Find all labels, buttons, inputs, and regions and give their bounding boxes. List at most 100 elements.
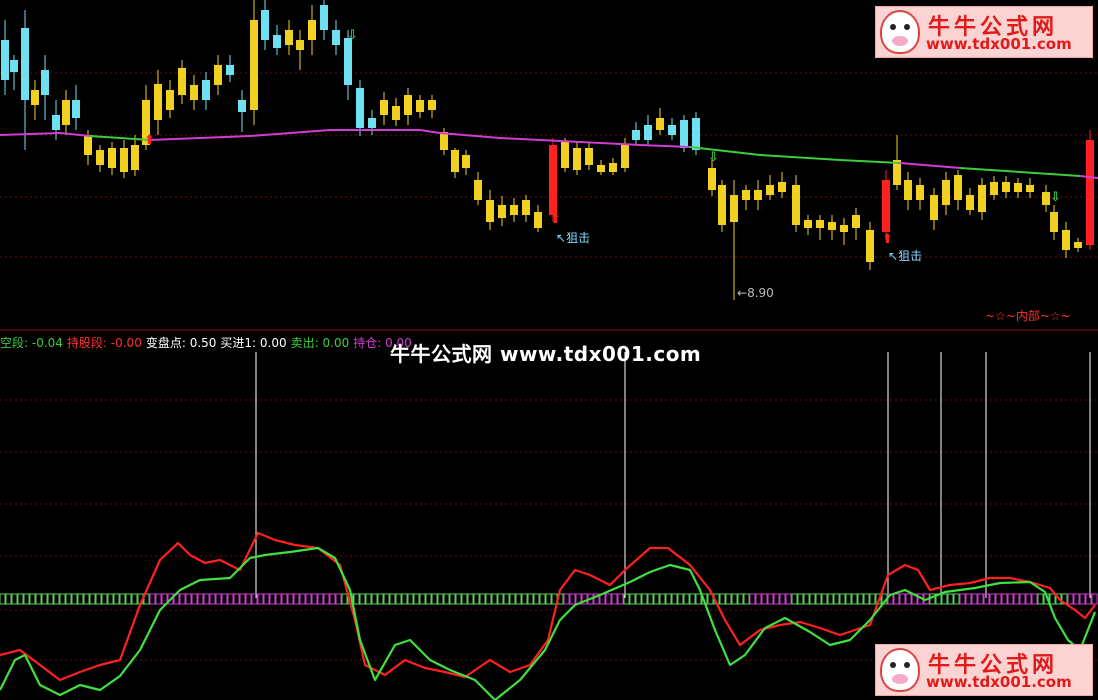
candle-body bbox=[954, 175, 962, 200]
zero-band-cell bbox=[797, 593, 804, 605]
candle-body bbox=[534, 212, 542, 228]
candle-body bbox=[440, 132, 448, 150]
candle-body bbox=[1014, 183, 1022, 192]
zero-band-cell bbox=[521, 593, 528, 605]
zero-band-cell bbox=[629, 593, 636, 605]
candle-body bbox=[828, 222, 836, 230]
buy-arrow-icon: ⬆ bbox=[144, 133, 155, 148]
zero-band-cell bbox=[527, 593, 534, 605]
low-price-label: ←8.90 bbox=[737, 286, 774, 300]
candle-body bbox=[632, 130, 640, 140]
zero-band-cell bbox=[965, 593, 972, 605]
candle-body bbox=[840, 225, 848, 232]
candle-body bbox=[1050, 212, 1058, 232]
zero-band-cell bbox=[1001, 593, 1008, 605]
candle-body bbox=[573, 148, 581, 170]
candle-body bbox=[668, 125, 676, 135]
watermark-badge-top: 牛牛公式网 www.tdx001.com bbox=[875, 6, 1093, 58]
zero-band-cell bbox=[365, 593, 372, 605]
zero-band-cell bbox=[977, 593, 984, 605]
moving-average-line bbox=[89, 135, 151, 141]
candle-body bbox=[62, 100, 70, 125]
candle-body bbox=[978, 185, 986, 212]
zero-band-cell bbox=[335, 593, 342, 605]
zero-band-cell bbox=[569, 593, 576, 605]
sell-arrow-icon: ⇩ bbox=[708, 150, 719, 165]
candle-body bbox=[356, 88, 364, 128]
zero-band-cell bbox=[815, 593, 822, 605]
candle-body bbox=[866, 230, 874, 262]
zero-band-cell bbox=[179, 593, 186, 605]
candle-body bbox=[621, 145, 629, 168]
candle-body bbox=[597, 165, 605, 172]
zero-band-cell bbox=[1025, 593, 1032, 605]
zero-band-cell bbox=[407, 593, 414, 605]
legend-item: 空段: -0.04 bbox=[0, 336, 63, 350]
zero-band-cell bbox=[653, 593, 660, 605]
candle-body bbox=[730, 195, 738, 222]
zero-band-cell bbox=[125, 593, 132, 605]
candle-body bbox=[52, 115, 60, 130]
zero-band-cell bbox=[341, 593, 348, 605]
cow-logo-icon bbox=[880, 648, 920, 692]
moving-average-line bbox=[899, 162, 961, 169]
candle-body bbox=[320, 5, 328, 30]
zero-band-cell bbox=[41, 593, 48, 605]
cow-logo-icon bbox=[880, 10, 920, 54]
candle-body bbox=[754, 190, 762, 200]
zero-band-cell bbox=[353, 593, 360, 605]
zero-band-cell bbox=[647, 593, 654, 605]
zero-band-cell bbox=[239, 593, 246, 605]
zero-band-cell bbox=[203, 593, 210, 605]
zero-band-cell bbox=[455, 593, 462, 605]
zero-band-cell bbox=[497, 593, 504, 605]
candle-body bbox=[84, 135, 92, 155]
zero-band-cell bbox=[611, 593, 618, 605]
candle-body bbox=[1062, 230, 1070, 250]
zero-band-cell bbox=[869, 593, 876, 605]
candle-body bbox=[392, 106, 400, 120]
internal-footer-label: ~☆~内部~☆~ bbox=[985, 309, 1071, 323]
zero-band-cell bbox=[149, 593, 156, 605]
zero-band-cell bbox=[773, 593, 780, 605]
candle-body bbox=[792, 185, 800, 225]
candle-body bbox=[882, 180, 890, 232]
candle-body bbox=[644, 125, 652, 140]
zero-band-cell bbox=[431, 593, 438, 605]
candle-body bbox=[930, 195, 938, 220]
zero-band-cell bbox=[539, 593, 546, 605]
zero-band-cell bbox=[857, 593, 864, 605]
zero-band-cell bbox=[683, 593, 690, 605]
zero-band-cell bbox=[263, 593, 270, 605]
candle-body bbox=[609, 163, 617, 172]
zero-band-cell bbox=[287, 593, 294, 605]
zero-band-cell bbox=[83, 593, 90, 605]
candle-body bbox=[804, 220, 812, 228]
candle-body bbox=[41, 70, 49, 95]
buy-arrow-icon: ⬆ bbox=[882, 232, 893, 247]
snipe-annotation-2: ↖狙击 bbox=[888, 249, 923, 263]
zero-band-cell bbox=[437, 593, 444, 605]
candle-body bbox=[561, 142, 569, 168]
center-watermark: 牛牛公式网 www.tdx001.com bbox=[390, 342, 702, 366]
zero-band-cell bbox=[989, 593, 996, 605]
candle-body bbox=[238, 100, 246, 112]
candle-body bbox=[451, 150, 459, 172]
moving-average-line bbox=[1079, 175, 1098, 179]
zero-band-cell bbox=[293, 593, 300, 605]
candle-body bbox=[428, 100, 436, 110]
zero-band-cell bbox=[755, 593, 762, 605]
zero-band-cell bbox=[131, 593, 138, 605]
zero-band-cell bbox=[29, 593, 36, 605]
zero-band-cell bbox=[863, 593, 870, 605]
badge-url: www.tdx001.com bbox=[926, 673, 1072, 691]
zero-band-cell bbox=[947, 593, 954, 605]
candle-body bbox=[1, 40, 9, 80]
zero-band-cell bbox=[425, 593, 432, 605]
zero-band-cell bbox=[839, 593, 846, 605]
zero-band-cell bbox=[959, 593, 966, 605]
zero-band-cell bbox=[281, 593, 288, 605]
candle-body bbox=[120, 148, 128, 172]
zero-band-cell bbox=[971, 593, 978, 605]
zero-band-cell bbox=[941, 593, 948, 605]
